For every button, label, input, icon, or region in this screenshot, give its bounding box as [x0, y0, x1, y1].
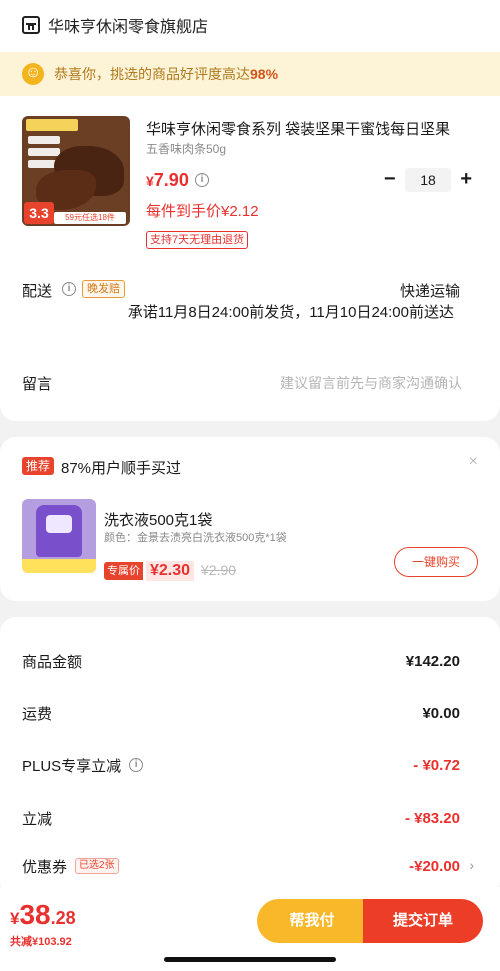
one-click-buy-button[interactable]: 一键购买: [394, 547, 478, 577]
info-icon[interactable]: i: [129, 758, 144, 772]
recommend-title: 87%用户顺手买过: [61, 460, 182, 477]
product-spec[interactable]: 五香味肉条50g: [146, 140, 226, 157]
shipping-fee-row: 运费 ¥0.00: [22, 704, 460, 723]
recommend-item-spec: 颜色：金景去渍亮白洗衣液500克*1袋: [104, 532, 287, 544]
exclusive-price-tag: 专属价: [104, 562, 143, 580]
recommend-item-image[interactable]: [22, 499, 96, 573]
coupon-selected-tag: 已选2张: [75, 858, 119, 874]
recommend-item-name[interactable]: 洗衣液500克1袋: [104, 509, 212, 530]
coupon-discount: -¥20.00: [409, 857, 460, 875]
plus-discount: - ¥0.72: [413, 756, 460, 774]
price-summary-card: 商品金额 ¥142.20 运费 ¥0.00 PLUS专享立减 i - ¥0.72 …: [0, 617, 500, 897]
order-card: 华味亨休闲零食旗舰店 恭喜你，挑选的商品好评度高达98% 3.3 59元任选18…: [0, 0, 500, 421]
goods-amount: ¥142.20: [405, 652, 460, 670]
smile-icon: [22, 63, 44, 85]
chevron-right-icon[interactable]: ›: [469, 857, 474, 873]
recommend-price: ¥2.30: [146, 561, 195, 581]
total-saved: 共减¥103.92: [10, 936, 72, 948]
shipping-fee: ¥0.00: [422, 704, 460, 722]
product-image[interactable]: 3.3 59元任选18件: [22, 116, 130, 226]
recommend-card: 推荐 87%用户顺手买过 × 洗衣液500克1袋 颜色：金景去渍亮白洗衣液500…: [0, 437, 500, 601]
instant-discount: - ¥83.20: [404, 809, 460, 827]
info-icon[interactable]: i: [62, 282, 76, 296]
praise-banner: 恭喜你，挑选的商品好评度高达98%: [0, 52, 500, 96]
product-title[interactable]: 华味亨休闲零食系列 袋装坚果干蜜饯每日坚果: [146, 118, 476, 139]
praise-rate: 98%: [250, 66, 279, 82]
goods-amount-row: 商品金额 ¥142.20: [22, 652, 460, 671]
decrease-button[interactable]: −: [378, 167, 401, 193]
store-name[interactable]: 华味亨休闲零食旗舰店: [48, 13, 208, 37]
message-input[interactable]: 建议留言前先与商家沟通确认: [280, 373, 462, 393]
delivery-label: 配送: [22, 283, 53, 300]
shipping-method[interactable]: 快递运输: [400, 280, 460, 301]
message-label: 留言: [22, 376, 53, 393]
total-price: ¥38.28: [10, 899, 76, 930]
quantity-stepper: − 18 +: [378, 167, 478, 193]
close-icon[interactable]: ×: [469, 453, 478, 471]
store-header[interactable]: 华味亨休闲零食旗舰店: [22, 12, 208, 38]
submit-order-button[interactable]: 提交订单: [363, 899, 483, 943]
recommend-badge: 推荐: [22, 457, 55, 475]
increase-button[interactable]: +: [455, 167, 478, 193]
promo-strip: 59元任选18件: [54, 212, 126, 224]
promo-badge: 3.3: [24, 202, 54, 224]
return-policy-tag: 支持7天无理由退货: [146, 231, 249, 249]
shipping-promise: 承诺11月8日24:00前发货，11月10日24:00前送达: [127, 304, 454, 321]
quantity-input[interactable]: 18: [405, 168, 451, 192]
coupon-row[interactable]: 优惠券 已选2张 -¥20.00: [22, 854, 460, 878]
unit-price: 每件到手价¥2.12: [146, 203, 259, 220]
recommend-original-price: ¥2.90: [201, 562, 237, 578]
instant-discount-row: 立减 - ¥83.20: [22, 809, 460, 828]
praise-text: 恭喜你，挑选的商品好评度高达: [54, 66, 250, 82]
help-pay-button[interactable]: 帮我付: [257, 899, 367, 943]
late-compensation-tag[interactable]: 晚发赔: [82, 280, 125, 298]
store-icon: [22, 16, 40, 34]
info-icon[interactable]: i: [195, 173, 209, 187]
product-price: ¥7.90: [146, 170, 189, 190]
plus-discount-row: PLUS专享立减 i - ¥0.72: [22, 756, 460, 775]
home-indicator[interactable]: [164, 957, 336, 962]
